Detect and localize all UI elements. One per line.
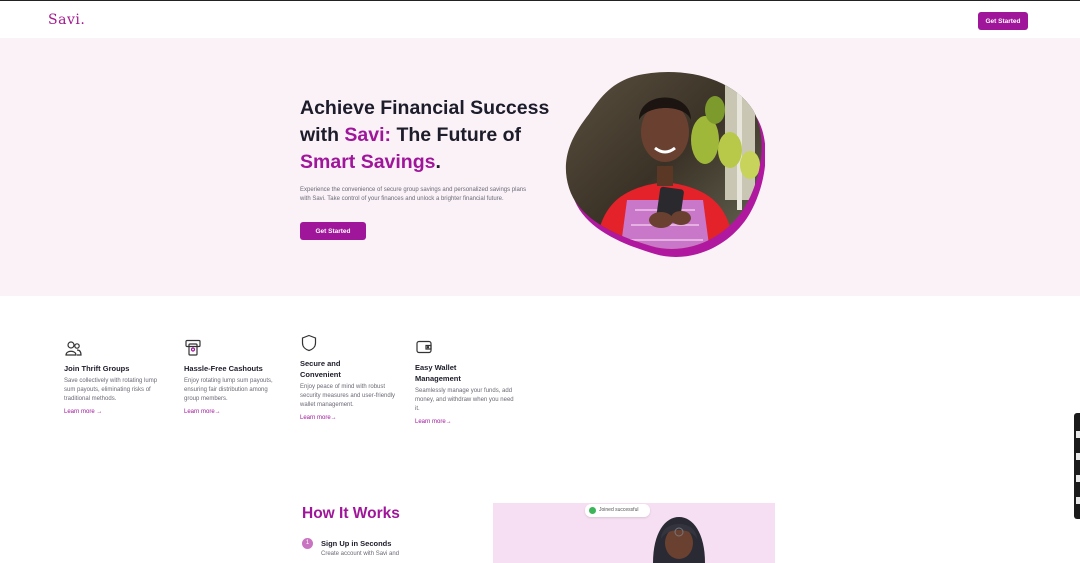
atm-icon (184, 339, 202, 357)
step-number: 1 (302, 538, 313, 549)
hero-title-brand: Savi: (344, 124, 392, 146)
side-toolbar-icon[interactable] (1076, 497, 1080, 504)
feature-card-wallet: Easy Wallet Management Seamlessly manage… (415, 338, 515, 425)
hero-get-started-button[interactable]: Get Started (300, 222, 366, 240)
savi-logo[interactable]: Savi. (48, 12, 85, 28)
hero-title-accent: Smart Savings (300, 151, 436, 173)
feature-description: Seamlessly manage your funds, add money,… (415, 388, 514, 412)
hero-title: Achieve Financial Success with Savi: The… (300, 95, 570, 176)
hero-subtitle: Experience the convenience of secure gro… (300, 187, 527, 202)
feature-learn-more-link[interactable]: Learn more→ (300, 415, 400, 421)
feature-description: Enjoy rotating lump sum payouts, ensurin… (184, 378, 273, 402)
feature-learn-more-link[interactable]: Learn more→ (415, 419, 515, 425)
hero-image (565, 70, 766, 260)
feature-title: Secure and Convenient (300, 359, 341, 379)
check-icon (589, 507, 596, 514)
side-toolbar-widget[interactable] (1074, 413, 1080, 519)
joined-success-toast: Joined successful (585, 504, 650, 517)
users-icon (64, 339, 82, 357)
hero-section: Achieve Financial Success with Savi: The… (0, 38, 1080, 296)
feature-learn-more-link[interactable]: Learn more → (64, 409, 164, 415)
wallet-icon (415, 338, 433, 356)
feature-title: Hassle-Free Cashouts (184, 364, 263, 373)
side-toolbar-icon[interactable] (1076, 431, 1080, 438)
hero-title-text-2: The Future of (391, 124, 522, 146)
hero-title-end: . (435, 151, 441, 173)
side-toolbar-icon[interactable] (1076, 475, 1080, 482)
features-section: Join Thrift Groups Save collectively wit… (0, 296, 1080, 496)
nav-get-started-button[interactable]: Get Started (978, 12, 1028, 30)
feature-title: Easy Wallet Management (415, 363, 461, 383)
top-navbar: Savi. Get Started (0, 0, 1080, 38)
feature-card-secure: Secure and Convenient Enjoy peace of min… (300, 334, 400, 421)
side-toolbar-icon[interactable] (1076, 453, 1080, 460)
step-title: Sign Up in Seconds (321, 539, 392, 548)
feature-description: Save collectively with rotating lump sum… (64, 378, 158, 402)
shield-icon (300, 334, 318, 352)
toast-text: Joined successful (599, 507, 639, 513)
feature-title: Join Thrift Groups (64, 364, 130, 373)
feature-description: Enjoy peace of mind with robust security… (300, 384, 396, 408)
feature-card-cashouts: Hassle-Free Cashouts Enjoy rotating lump… (184, 339, 284, 415)
step-description: Create account with Savi and (321, 551, 400, 557)
feature-card-thrift-groups: Join Thrift Groups Save collectively wit… (64, 339, 164, 415)
feature-learn-more-link[interactable]: Learn more→ (184, 409, 284, 415)
how-it-works-title: How It Works (302, 505, 400, 522)
